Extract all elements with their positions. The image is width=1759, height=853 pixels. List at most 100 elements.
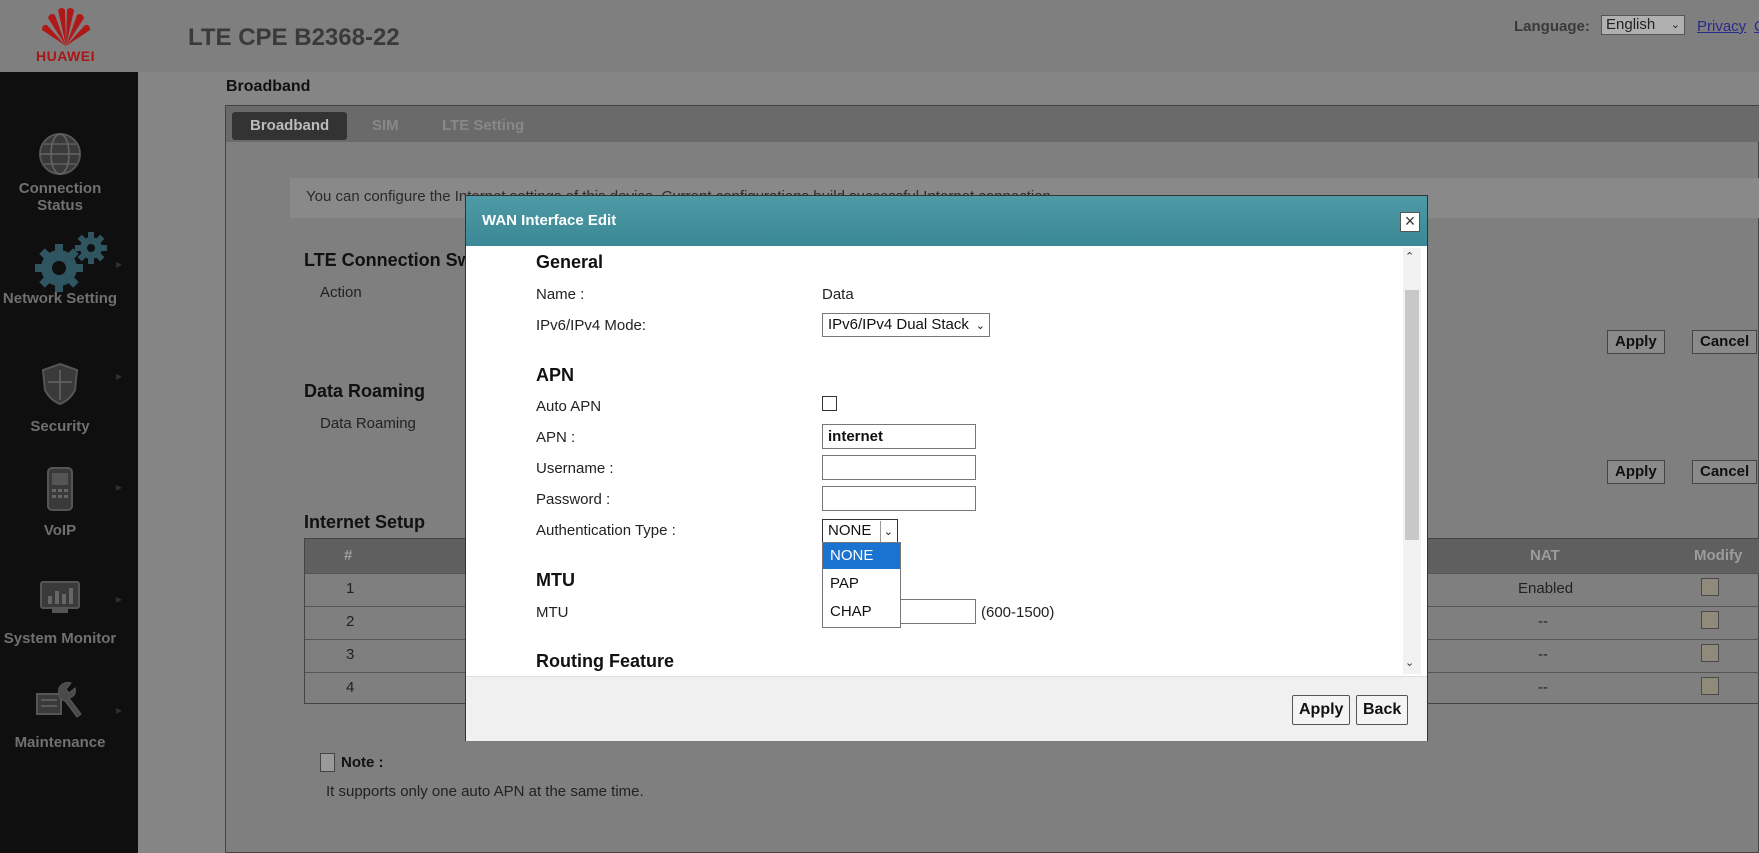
data-roaming-label: Data Roaming [320,415,416,432]
chevron-right-icon: ▸ [116,257,123,271]
row-nat: -- [1538,613,1548,630]
sidebar-item-connection-status[interactable]: Connection Status [0,132,120,214]
apn-heading: APN [536,365,575,385]
sidebar-item-voip[interactable]: VoIP [0,466,120,539]
sidebar-item-security[interactable]: Security [0,362,120,435]
internet-setup-title: Internet Setup [304,512,426,532]
name-value: Data [822,286,854,303]
row-index: 4 [346,679,355,696]
ip-mode-select[interactable]: IPv6/IPv4 Dual Stack ⌄ [822,313,990,337]
gears-icon [35,232,107,292]
row-index: 2 [346,613,355,630]
edit-icon[interactable] [1701,578,1719,596]
huawei-logo [36,4,96,48]
column-header-nat: NAT [1530,547,1560,564]
chevron-right-icon: ▸ [116,480,123,494]
edit-icon[interactable] [1701,677,1719,695]
product-title: LTE CPE B2368-22 [188,24,400,51]
auth-option-none[interactable]: NONE [823,543,900,569]
tab-sim[interactable]: SIM [354,112,417,140]
note-label: Note : [341,754,384,771]
edit-icon[interactable] [1701,611,1719,629]
auth-option-chap[interactable]: CHAP [823,599,900,625]
sidebar-item-maintenance[interactable]: Maintenance [0,680,120,751]
page-title: Broadband [226,78,311,95]
auth-type-value: NONE [828,522,872,539]
auth-type-select[interactable]: NONE ⌄ [822,519,898,543]
auto-apn-label: Auto APN [536,398,602,415]
chevron-down-icon: ⌄ [1670,19,1680,31]
shield-icon [41,362,79,406]
apn-input[interactable] [822,424,976,449]
chevron-right-icon: ▸ [116,703,123,717]
sidebar-label: Security [30,418,90,435]
cut-off-link[interactable]: C [1754,18,1759,35]
scrollbar-thumb[interactable] [1405,290,1419,540]
password-label: Password : [536,491,611,508]
language-select[interactable]: English ⌄ [1601,15,1685,35]
mtu-range-hint: (600-1500) [981,604,1055,621]
apn-label: APN : [536,429,576,446]
auto-apn-checkbox[interactable] [822,396,837,411]
auth-option-pap[interactable]: PAP [823,571,900,597]
sidebar-item-network-setting[interactable]: Network Setting [0,228,120,307]
lte-apply-button[interactable]: Apply [1607,330,1665,354]
column-header-index: # [344,547,353,564]
tab-lte-setting[interactable]: LTE Setting [424,112,542,140]
routing-heading: Routing Feature [536,651,674,671]
general-heading: General [536,252,604,272]
name-label: Name : [536,286,585,303]
dialog-title: WAN Interface Edit [482,212,617,229]
dialog-apply-button[interactable]: Apply [1292,695,1351,725]
language-value: English [1606,16,1656,33]
huawei-logo-icon [42,8,90,46]
note-text: It supports only one auto APN at the sam… [326,783,644,800]
chevron-down-icon: ⌄ [975,320,985,332]
phone-icon [47,467,73,511]
logo-text: HUAWEI [36,48,95,64]
sidebar-label: Maintenance [14,734,106,751]
column-header-modify: Modify [1694,547,1743,564]
globe-icon [39,133,81,175]
sidebar-label: Network Setting [2,290,118,307]
language-label: Language: [1514,18,1590,35]
wrench-icon [36,682,82,718]
sidebar-label: System Monitor [3,630,117,647]
lte-cancel-button[interactable]: Cancel [1692,330,1758,354]
close-button[interactable]: × [1400,212,1420,232]
row-index: 3 [346,646,355,663]
ip-mode-value: IPv6/IPv4 Dual Stack [828,316,969,333]
roaming-cancel-button[interactable]: Cancel [1692,460,1758,484]
row-nat: -- [1538,679,1548,696]
sidebar-label: Connection [18,180,102,197]
privacy-link[interactable]: Privacy [1697,18,1746,35]
sidebar-label: Status [37,197,83,214]
username-label: Username : [536,460,614,477]
mtu-label: MTU [536,604,569,621]
row-nat: Enabled [1518,580,1574,597]
username-input[interactable] [822,455,976,480]
roaming-apply-button[interactable]: Apply [1607,460,1665,484]
row-nat: -- [1538,646,1548,663]
monitor-icon [40,581,80,613]
password-input[interactable] [822,486,976,511]
scroll-down-icon[interactable]: ⌄ [1405,656,1414,669]
action-label: Action [320,284,362,301]
chevron-right-icon: ▸ [116,592,123,606]
chevron-right-icon: ▸ [116,369,123,383]
dialog-footer [466,676,1427,741]
chevron-down-icon: ⌄ [879,521,893,543]
edit-icon[interactable] [1701,644,1719,662]
lte-connection-title: LTE Connection Sw [304,250,472,270]
note-icon [320,753,335,772]
row-index: 1 [346,580,355,597]
mtu-heading: MTU [536,570,575,590]
sidebar-label: VoIP [43,522,77,539]
sidebar-item-system-monitor[interactable]: System Monitor [0,580,120,647]
dialog-back-button[interactable]: Back [1356,695,1409,725]
scroll-up-icon[interactable]: ⌃ [1405,250,1414,263]
tab-broadband[interactable]: Broadband [232,112,348,140]
auth-type-label: Authentication Type : [536,522,676,539]
data-roaming-title: Data Roaming [304,381,426,401]
ip-mode-label: IPv6/IPv4 Mode: [536,317,647,334]
